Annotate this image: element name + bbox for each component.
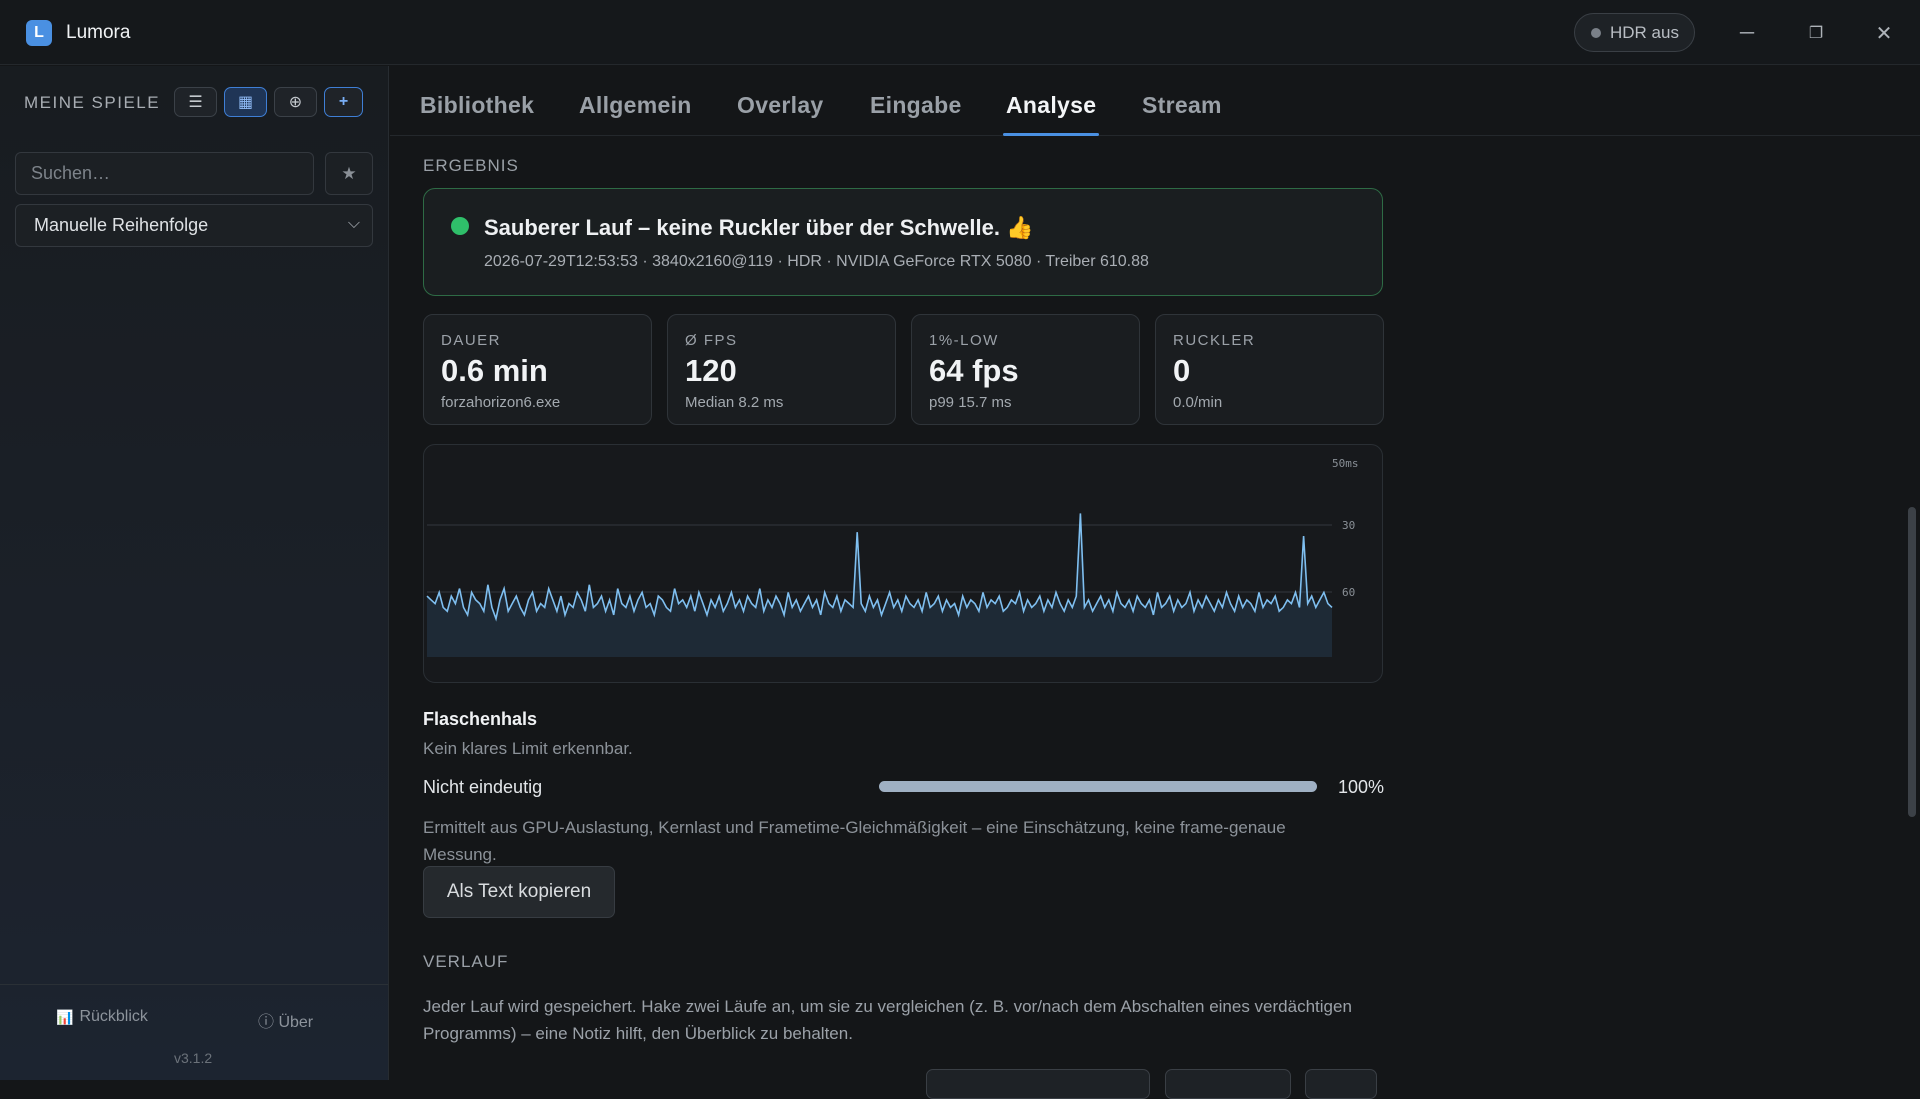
chart-series-line bbox=[426, 513, 1333, 622]
close-icon[interactable]: ✕ bbox=[1869, 18, 1899, 48]
minimize-icon[interactable]: ─ bbox=[1732, 18, 1762, 48]
stat-card-one-percent-low: 1%-LOW 64 fps p99 15.7 ms bbox=[911, 314, 1140, 425]
copy-as-text-button[interactable]: Als Text kopieren bbox=[423, 866, 615, 918]
about-link[interactable]: ⓘ Über bbox=[258, 1008, 313, 1032]
tab-bibliothek[interactable]: Bibliothek bbox=[420, 92, 534, 119]
review-label: Rückblick bbox=[79, 1008, 148, 1025]
chart-tick-label: 30 bbox=[1342, 519, 1355, 532]
tab-overlay[interactable]: Overlay bbox=[737, 92, 824, 119]
stat-value: 120 bbox=[685, 353, 737, 388]
history-more-button[interactable] bbox=[1305, 1069, 1377, 1099]
history-section-label: VERLAUF bbox=[423, 952, 509, 971]
stat-sub: Median 8.2 ms bbox=[685, 394, 784, 411]
stat-sub: forzahorizon6.exe bbox=[441, 394, 561, 411]
hdr-toggle[interactable]: HDR aus bbox=[1574, 13, 1695, 52]
bottleneck-title: Flaschenhals bbox=[423, 709, 538, 729]
active-tab-indicator bbox=[1003, 133, 1099, 136]
stat-value: 0.6 min bbox=[441, 353, 548, 388]
result-title: Sauberer Lauf – keine Ruckler über der S… bbox=[484, 215, 1034, 240]
chart-icon: 📊 bbox=[56, 1008, 74, 1025]
chart-area bbox=[427, 513, 1332, 657]
bottleneck-subtitle: Kein klares Limit erkennbar. bbox=[423, 739, 633, 758]
sort-value: Manuelle Reihenfolge bbox=[34, 215, 209, 235]
review-link[interactable]: 📊 Rückblick bbox=[56, 1008, 148, 1026]
sidebar: MEINE SPIELE ☰ ▦ ⊕ + ★ Manuelle Reihenfo… bbox=[0, 66, 389, 1080]
result-card: Sauberer Lauf – keine Ruckler über der S… bbox=[423, 188, 1383, 296]
history-note: Jeder Lauf wird gespeichert. Hake zwei L… bbox=[423, 997, 1352, 1043]
app-version: v3.1.2 bbox=[174, 1050, 213, 1066]
title-bar: L Lumora HDR aus ─ ❐ ✕ bbox=[0, 0, 1920, 65]
result-meta: 2026-07-29T12:53:53 · 3840x2160@119 · HD… bbox=[484, 253, 1149, 270]
chevron-down-icon: ⌵ bbox=[347, 215, 360, 232]
hdr-status-dot bbox=[1591, 27, 1601, 38]
stat-label: DAUER bbox=[441, 332, 502, 349]
app-title: Lumora bbox=[66, 22, 131, 43]
stat-value: 64 fps bbox=[929, 353, 1019, 388]
tab-allgemein[interactable]: Allgemein bbox=[579, 92, 692, 119]
app-logo: L bbox=[26, 20, 52, 46]
tab-analyse[interactable]: Analyse bbox=[1006, 92, 1096, 119]
bottleneck-note: Ermittelt aus GPU-Auslastung, Kernlast u… bbox=[423, 818, 1286, 864]
bottleneck-bar-fill bbox=[879, 781, 1317, 792]
search-input[interactable] bbox=[15, 152, 314, 195]
history-filter-button[interactable] bbox=[926, 1069, 1150, 1099]
about-label: ⓘ Über bbox=[258, 1014, 314, 1031]
stat-label: Ø FPS bbox=[685, 332, 738, 349]
list-view-icon[interactable]: ☰ bbox=[174, 87, 217, 117]
stat-label: RUCKLER bbox=[1173, 332, 1256, 349]
stat-card-stutter: RUCKLER 0 0.0/min bbox=[1155, 314, 1384, 425]
stat-sub: 0.0/min bbox=[1173, 394, 1223, 411]
grid-view-icon[interactable]: ▦ bbox=[224, 87, 267, 117]
sidebar-heading: MEINE SPIELE bbox=[24, 93, 161, 112]
status-dot bbox=[451, 217, 469, 235]
chart-tick-label: 60 bbox=[1342, 586, 1355, 599]
history-compare-button[interactable] bbox=[1165, 1069, 1291, 1099]
frametime-chart: 50ms 30 60 bbox=[423, 444, 1383, 683]
hdr-label: HDR aus bbox=[1610, 22, 1679, 42]
sidebar-divider bbox=[0, 984, 388, 985]
tab-bar: Bibliothek Allgemein Overlay Eingabe Ana… bbox=[390, 66, 1920, 136]
chart-tick-label: 50ms bbox=[1332, 457, 1359, 470]
scan-games-icon[interactable]: ⊕ bbox=[274, 87, 317, 117]
stat-label: 1%-LOW bbox=[929, 332, 999, 349]
favorites-filter-icon[interactable]: ★ bbox=[325, 152, 373, 195]
result-section-label: ERGEBNIS bbox=[423, 156, 519, 175]
tab-stream[interactable]: Stream bbox=[1142, 92, 1222, 119]
bottleneck-bar bbox=[879, 781, 1317, 792]
stat-card-duration: DAUER 0.6 min forzahorizon6.exe bbox=[423, 314, 652, 425]
restore-icon[interactable]: ❐ bbox=[1801, 18, 1831, 48]
stat-card-avg-fps: Ø FPS 120 Median 8.2 ms bbox=[667, 314, 896, 425]
sort-select[interactable]: Manuelle Reihenfolge ⌵ bbox=[15, 204, 373, 247]
stat-sub: p99 15.7 ms bbox=[929, 394, 1012, 411]
bottleneck-label: Nicht eindeutig bbox=[423, 777, 543, 797]
stat-value: 0 bbox=[1173, 353, 1191, 388]
bottleneck-percent: 100% bbox=[1338, 777, 1385, 797]
frametime-chart-svg: 50ms 30 60 bbox=[426, 457, 1359, 657]
add-game-icon[interactable]: + bbox=[324, 87, 363, 117]
tab-eingabe[interactable]: Eingabe bbox=[870, 92, 962, 119]
scrollbar[interactable] bbox=[1908, 507, 1916, 817]
